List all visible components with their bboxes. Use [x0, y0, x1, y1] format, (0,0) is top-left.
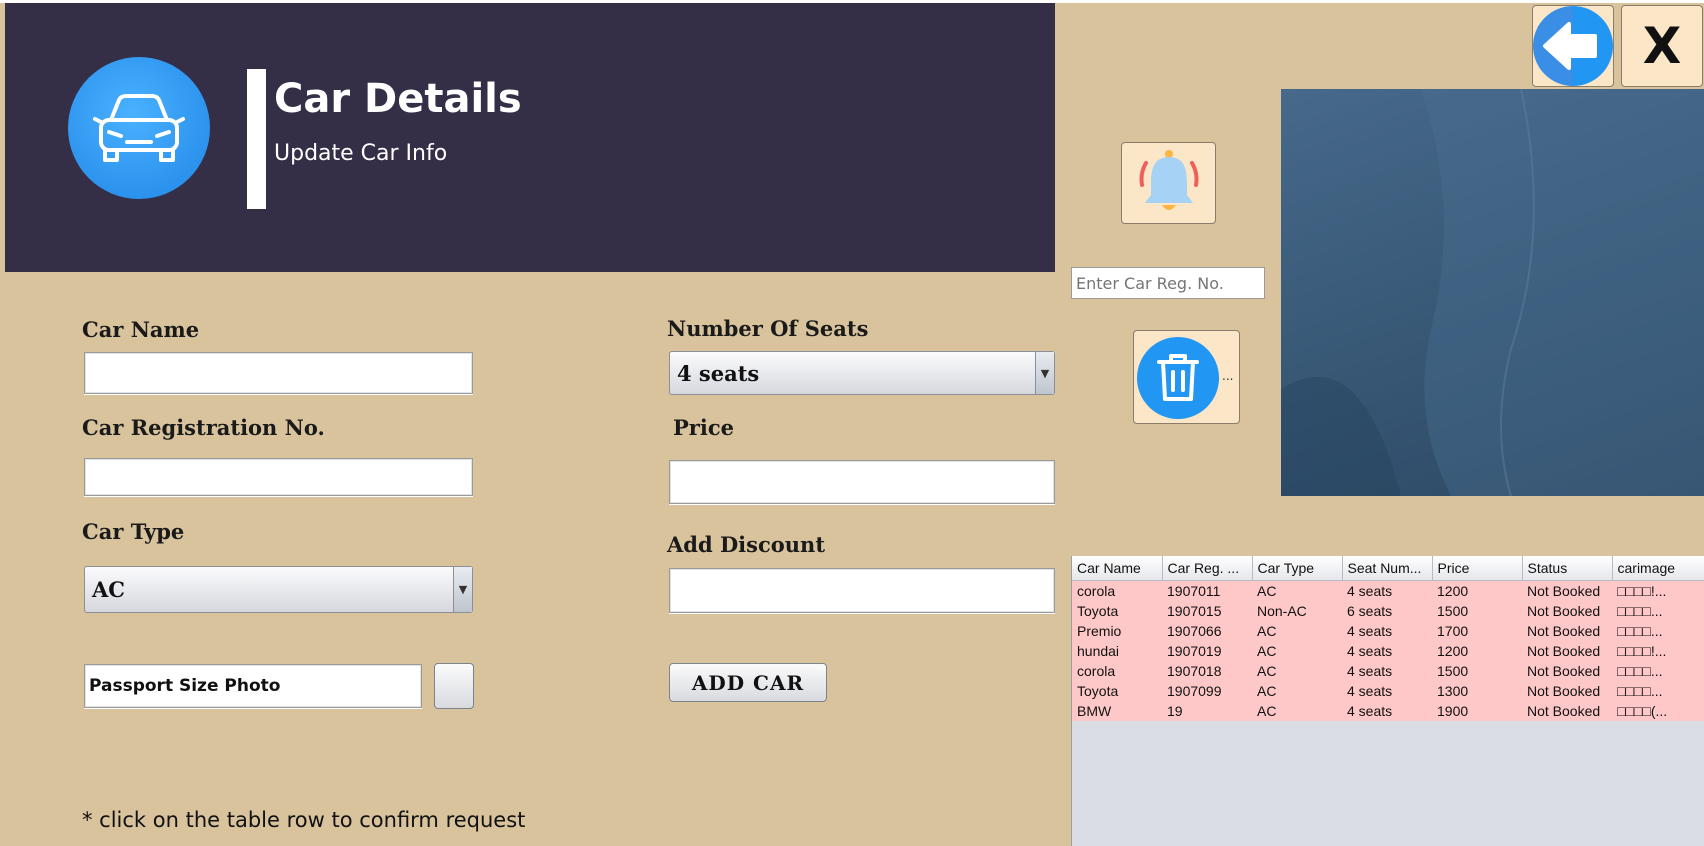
table-cell: Non-AC	[1252, 601, 1342, 621]
table-cell: Not Booked	[1522, 661, 1612, 681]
table-cell: hundai	[1072, 641, 1162, 661]
table-row[interactable]: hundai 1907019 AC 4 seats 1200 Not Booke…	[1072, 641, 1704, 661]
table-cell: □□□□(...	[1612, 701, 1704, 721]
table-cell: AC	[1252, 621, 1342, 641]
column-header-carimage[interactable]: carimage	[1612, 556, 1704, 581]
close-button[interactable]: X	[1621, 5, 1703, 87]
table-cell: 1200	[1432, 580, 1522, 601]
column-header-car-name[interactable]: Car Name	[1072, 556, 1163, 581]
table-cell: AC	[1252, 701, 1342, 721]
photo-path-field[interactable]: Passport Size Photo	[84, 664, 422, 708]
chevron-down-icon[interactable]: ▼	[1035, 352, 1054, 394]
table-cell: 4 seats	[1342, 641, 1432, 661]
table-cell: 1907066	[1162, 621, 1252, 641]
table-cell: corola	[1072, 661, 1162, 681]
column-header-car-type[interactable]: Car Type	[1252, 556, 1343, 581]
table-cell: 1300	[1432, 681, 1522, 701]
delete-ellipsis: ...	[1222, 369, 1234, 383]
table-cell: AC	[1252, 661, 1342, 681]
table-row[interactable]: corola 1907011 AC 4 seats 1200 Not Booke…	[1072, 580, 1704, 601]
table-cell: 1907011	[1162, 580, 1252, 601]
title-accent-bar	[247, 69, 266, 209]
table-cell: 4 seats	[1342, 661, 1432, 681]
table-cell: AC	[1252, 580, 1342, 601]
table-cell: Not Booked	[1522, 701, 1612, 721]
discount-input[interactable]	[669, 568, 1055, 613]
car-type-selected: AC	[92, 577, 126, 602]
table-cell: □□□□...	[1612, 661, 1704, 681]
price-input[interactable]	[669, 460, 1055, 504]
price-label: Price	[673, 415, 734, 440]
table-cell: □□□□!...	[1612, 641, 1704, 661]
table-cell: Not Booked	[1522, 681, 1612, 701]
car-photo-preview	[1281, 89, 1704, 496]
table-cell: AC	[1252, 681, 1342, 701]
car-icon	[68, 57, 210, 199]
table-cell: Premio	[1072, 621, 1162, 641]
chevron-down-icon[interactable]: ▼	[453, 567, 472, 612]
table-cell: □□□□...	[1612, 681, 1704, 701]
car-reg-label: Car Registration No.	[82, 415, 325, 440]
page-title: Car Details	[274, 76, 522, 122]
column-header-car-reg[interactable]: Car Reg. ...	[1162, 556, 1253, 581]
table-cell: □□□□!...	[1612, 580, 1704, 601]
cars-table[interactable]: Car Name Car Reg. ... Car Type Seat Num.…	[1071, 556, 1704, 846]
table-cell: Toyota	[1072, 601, 1162, 621]
seats-selected: 4 seats	[677, 360, 760, 386]
column-header-status[interactable]: Status	[1522, 556, 1613, 581]
add-car-button[interactable]: ADD CAR	[669, 663, 827, 702]
table-cell: 1907015	[1162, 601, 1252, 621]
car-name-input[interactable]	[84, 352, 473, 394]
table-cell: 4 seats	[1342, 701, 1432, 721]
table-cell: 1907018	[1162, 661, 1252, 681]
delete-button[interactable]: ...	[1133, 330, 1240, 424]
table-row[interactable]: Toyota 1907015 Non-AC 6 seats 1500 Not B…	[1072, 601, 1704, 621]
table-cell: BMW	[1072, 701, 1162, 721]
table-cell: Not Booked	[1522, 580, 1612, 601]
bell-icon	[1139, 150, 1198, 210]
column-header-seat-num[interactable]: Seat Num...	[1342, 556, 1433, 581]
table-cell: corola	[1072, 580, 1162, 601]
table-row[interactable]: BMW 19 AC 4 seats 1900 Not Booked □□□□(.…	[1072, 701, 1704, 721]
back-button[interactable]	[1532, 5, 1614, 87]
table-cell: 1500	[1432, 601, 1522, 621]
table-cell: Not Booked	[1522, 601, 1612, 621]
table-cell: 4 seats	[1342, 681, 1432, 701]
table-cell: 1700	[1432, 621, 1522, 641]
column-header-price[interactable]: Price	[1432, 556, 1523, 581]
table-cell: 6 seats	[1342, 601, 1432, 621]
table-header-row: Car Name Car Reg. ... Car Type Seat Num.…	[1072, 556, 1704, 581]
table-row[interactable]: Toyota 1907099 AC 4 seats 1300 Not Booke…	[1072, 681, 1704, 701]
table-cell: 1200	[1432, 641, 1522, 661]
car-name-label: Car Name	[82, 317, 200, 342]
table-cell: □□□□...	[1612, 601, 1704, 621]
table-cell: 1500	[1432, 661, 1522, 681]
table-row[interactable]: corola 1907018 AC 4 seats 1500 Not Booke…	[1072, 661, 1704, 681]
discount-label: Add Discount	[667, 532, 826, 557]
table-cell: 19	[1162, 701, 1252, 721]
search-reg-input[interactable]	[1071, 267, 1265, 299]
table-cell: Not Booked	[1522, 641, 1612, 661]
browse-photo-button[interactable]	[434, 663, 474, 709]
hint-text: * click on the table row to confirm requ…	[82, 808, 526, 832]
table-cell: 4 seats	[1342, 621, 1432, 641]
table-cell: 1907019	[1162, 641, 1252, 661]
page-subtitle: Update Car Info	[274, 141, 448, 166]
arrow-left-icon	[1533, 6, 1613, 86]
table-cell: AC	[1252, 641, 1342, 661]
table-cell: 1907099	[1162, 681, 1252, 701]
seats-label: Number Of Seats	[667, 316, 869, 341]
table-row[interactable]: Premio 1907066 AC 4 seats 1700 Not Booke…	[1072, 621, 1704, 641]
table-cell: Not Booked	[1522, 621, 1612, 641]
table-cell: Toyota	[1072, 681, 1162, 701]
notification-button[interactable]	[1121, 142, 1216, 224]
car-type-select[interactable]: AC ▼	[84, 566, 473, 613]
car-reg-input[interactable]	[84, 458, 473, 496]
table-cell: 4 seats	[1342, 580, 1432, 601]
trash-icon	[1137, 337, 1219, 419]
table-cell: 1900	[1432, 701, 1522, 721]
car-type-label: Car Type	[82, 519, 185, 544]
seats-select[interactable]: 4 seats ▼	[669, 351, 1055, 395]
table-cell: □□□□...	[1612, 621, 1704, 641]
